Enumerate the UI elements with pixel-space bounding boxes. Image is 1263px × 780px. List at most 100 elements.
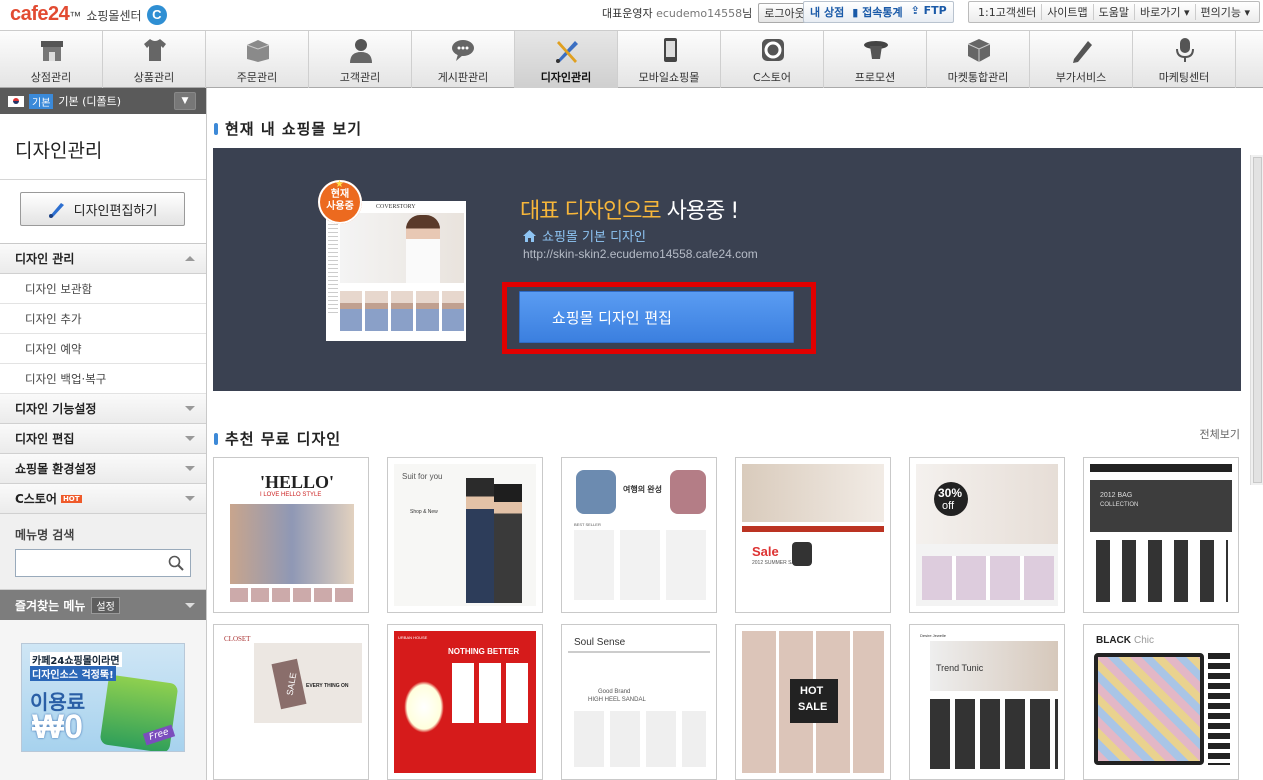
top-links: 1:1고객센터 사이트맵 도움말 바로가기 ▾ 편의기능 ▾ (968, 1, 1261, 23)
design-card[interactable]: NOTHING BETTER URBAN HOUSE (387, 624, 543, 780)
nav-store[interactable]: 상점관리 (0, 31, 103, 88)
design-card[interactable]: 'HELLO' I LOVE HELLO STYLE (213, 457, 369, 613)
menu-search: 메뉴명 검색 (0, 514, 206, 590)
sidebar-item-backup[interactable]: 디자인 백업·복구 (0, 364, 206, 394)
design-card[interactable]: 여행의 완성 BEST SELLER (561, 457, 717, 613)
shopping-bag-image (99, 674, 179, 751)
box-icon (246, 40, 270, 62)
microphone-icon (1176, 38, 1194, 62)
heading-marker (214, 122, 218, 135)
quick-links: 내 상점 ▮ 접속통계 ⇪ FTP (803, 1, 954, 23)
design-edit-button[interactable]: 디자인편집하기 (20, 192, 185, 226)
using-title: 대표 디자인으로 사용중 ! (520, 199, 739, 224)
support-link[interactable]: 1:1고객센터 (973, 4, 1043, 20)
design-card[interactable]: Soul Sense Good Brand HIGH HEEL SANDAL (561, 624, 717, 780)
nav-boards[interactable]: 게시판관리 (412, 31, 515, 88)
nav-marketing[interactable]: 마케팅센터 (1133, 31, 1236, 88)
shop-badge: 기본 (29, 93, 54, 109)
sidebar-item-storage[interactable]: 디자인 보관함 (0, 274, 206, 304)
design-name: 쇼핑몰 기본 디자인 (523, 226, 646, 245)
chevron-down-icon (185, 466, 195, 471)
shirt-icon (144, 39, 166, 61)
korea-flag-icon (8, 95, 24, 107)
nav-addon[interactable]: 부가서비스 (1030, 31, 1133, 88)
promo-banner[interactable]: 카페24쇼핑몰이라면 디자인소스 걱정뚝! 이용료 ₩0 Free (21, 643, 185, 752)
brush-icon (48, 203, 64, 218)
chevron-down-icon (185, 603, 195, 608)
top-bar: cafe24™ 쇼핑몰센터 C 대표운영자 ecudemo14558 님 로그아웃… (0, 0, 1263, 30)
nav-products[interactable]: 상품관리 (103, 31, 206, 88)
search-icon[interactable] (168, 555, 184, 571)
cstore-icon (762, 39, 784, 61)
hot-badge: HOT (60, 494, 82, 503)
user-id: ecudemo14558 (656, 6, 743, 20)
design-card[interactable]: Sale 2012 SUMMER SALE (735, 457, 891, 613)
cafe24-c-icon: C (146, 5, 167, 25)
heading-marker (214, 432, 218, 445)
brush-pencil-icon (556, 41, 578, 63)
ftp-link[interactable]: ⇪ FTP (911, 4, 947, 20)
main-content: 현재 내 쇼핑몰 보기 COVERSTORY ★ 현재 사용중 대표 디자인으로 … (208, 88, 1263, 780)
chevron-up-icon (185, 256, 195, 261)
nav-orders[interactable]: 주문관리 (206, 31, 309, 88)
sidebar-item-reserve[interactable]: 디자인 예약 (0, 334, 206, 364)
sidebar-item-add[interactable]: 디자인 추가 (0, 304, 206, 334)
design-card[interactable]: BLACK Chic (1083, 624, 1239, 780)
my-store-link[interactable]: 내 상점 (810, 4, 844, 20)
design-card[interactable]: Suit for you Shop & New (387, 457, 543, 613)
nav-customers[interactable]: 고객관리 (309, 31, 412, 88)
chevron-down-icon (185, 436, 195, 441)
design-card[interactable]: Desire Jewelle Trend Tunic (909, 624, 1065, 780)
chat-icon (452, 40, 474, 61)
cube-icon (967, 39, 991, 62)
nav-design[interactable]: 디자인관리 (515, 31, 618, 88)
shortcut-menu[interactable]: 바로가기 ▾ (1135, 4, 1196, 20)
sidebar-cat-design-manage[interactable]: 디자인 관리 (0, 244, 206, 274)
shop-name: 기본 (디폴트) (58, 95, 122, 108)
sidebar-cat-function[interactable]: 디자인 기능설정 (0, 394, 206, 424)
home-icon (523, 229, 536, 242)
mobile-icon (664, 38, 677, 62)
shop-selector[interactable]: 기본 기본 (디폴트) ▼ (0, 88, 206, 114)
main-nav: 상점관리 상품관리 주문관리 고객관리 게시판관리 디자인관리 모바일쇼핑몰 C… (0, 30, 1263, 88)
vertical-scrollbar[interactable] (1250, 155, 1263, 485)
nav-cstore[interactable]: C스토어 (721, 31, 824, 88)
person-icon (350, 39, 372, 63)
design-card[interactable]: CLOSET SALE EVERY THING ON (213, 624, 369, 780)
chevron-down-icon (185, 406, 195, 411)
view-all-link[interactable]: 전체보기 (1200, 426, 1240, 442)
design-url[interactable]: http://skin-skin2.ecudemo14558.cafe24.co… (523, 247, 758, 261)
design-card[interactable]: 30% off (909, 457, 1065, 613)
user-info: 대표운영자 ecudemo14558 님 로그아웃 (602, 3, 811, 23)
access-stats-link[interactable]: ▮ 접속통계 (852, 4, 902, 20)
store-icon (41, 41, 63, 61)
shop-design-edit-button[interactable]: 쇼핑몰 디자인 편집 (519, 291, 794, 343)
sitemap-link[interactable]: 사이트맵 (1042, 4, 1094, 20)
design-card[interactable]: 2012 BAG COLLECTION (1083, 457, 1239, 613)
help-link[interactable]: 도움말 (1094, 4, 1136, 20)
pen-icon (1073, 41, 1092, 63)
sidebar: 기본 기본 (디폴트) ▼ 디자인관리 디자인편집하기 디자인 관리 디자인 보… (0, 88, 207, 780)
current-shop-heading: 현재 내 쇼핑몰 보기 (214, 118, 362, 139)
chevron-down-icon[interactable]: ▼ (174, 92, 196, 110)
sidebar-cat-environment[interactable]: 쇼핑몰 환경설정 (0, 454, 206, 484)
nav-market[interactable]: 마켓통합관리 (927, 31, 1030, 88)
design-card[interactable]: HOT SALE (735, 624, 891, 780)
cafe24-logo[interactable]: cafe24™ 쇼핑몰센터 C (10, 3, 167, 26)
design-grid: 'HELLO' I LOVE HELLO STYLE Suit for you … (213, 457, 1243, 780)
favorite-settings-button[interactable]: 설정 (91, 596, 120, 614)
sidebar-cat-cstore[interactable]: C스토어 HOT (0, 484, 206, 514)
sidebar-title: 디자인관리 (0, 114, 206, 180)
current-design-panel: COVERSTORY ★ 현재 사용중 대표 디자인으로 사용중 ! 쇼핑몰 기본… (213, 148, 1241, 391)
convenience-menu[interactable]: 편의기능 ▾ (1196, 4, 1256, 20)
favorite-menu-header[interactable]: 즐겨찾는 메뉴 설정 (0, 590, 206, 620)
in-use-badge: ★ 현재 사용중 (318, 179, 362, 224)
recommend-heading: 추천 무료 디자인 (214, 428, 341, 449)
sidebar-cat-edit[interactable]: 디자인 편집 (0, 424, 206, 454)
menu-search-input[interactable] (15, 549, 191, 577)
nav-mobile[interactable]: 모바일쇼핑몰 (618, 31, 721, 88)
chevron-down-icon (185, 496, 195, 501)
hat-icon (864, 41, 888, 59)
nav-promotion[interactable]: 프로모션 (824, 31, 927, 88)
scrollbar-thumb[interactable] (1253, 157, 1262, 483)
